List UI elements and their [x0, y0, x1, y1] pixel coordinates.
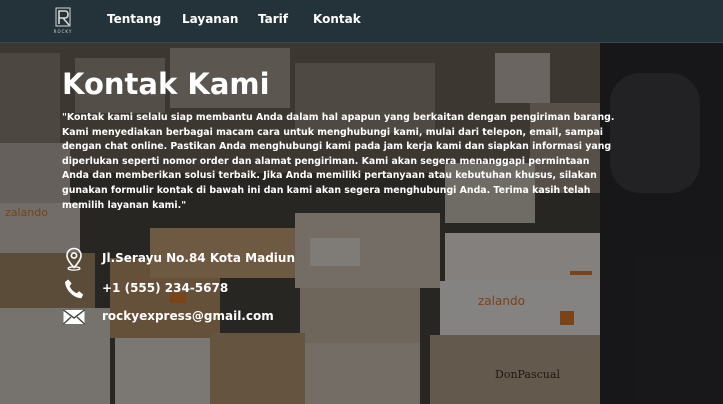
brand-logo[interactable]: ROCKY: [48, 6, 78, 38]
logo-text: ROCKY: [53, 29, 73, 34]
contact-phone: +1 (555) 234-5678: [102, 281, 229, 295]
contact-email[interactable]: rockyexpress@gmail.com: [102, 309, 274, 323]
map-pin-icon: [66, 247, 82, 271]
envelope-icon: [63, 309, 85, 325]
phone-icon: [65, 279, 84, 299]
contact-description: "Kontak kami selalu siap membantu Anda d…: [62, 112, 615, 211]
contact-content: Kontak Kami "Kontak kami selalu siap mem…: [0, 43, 723, 404]
contact-address: Jl.Serayu No.84 Kota Madiun: [102, 251, 296, 265]
nav-link-layanan[interactable]: Layanan: [182, 12, 238, 26]
page-title: Kontak Kami: [62, 67, 270, 101]
nav-link-tentang[interactable]: Tentang: [107, 12, 161, 26]
logo-mark-icon: [55, 7, 71, 27]
hero-section: zalando zalando DonPascual Kontak Kami "…: [0, 43, 723, 404]
navbar: ROCKY Tentang Layanan Tarif Kontak: [0, 0, 723, 43]
nav-link-kontak[interactable]: Kontak: [313, 12, 361, 26]
nav-link-tarif[interactable]: Tarif: [258, 12, 288, 26]
